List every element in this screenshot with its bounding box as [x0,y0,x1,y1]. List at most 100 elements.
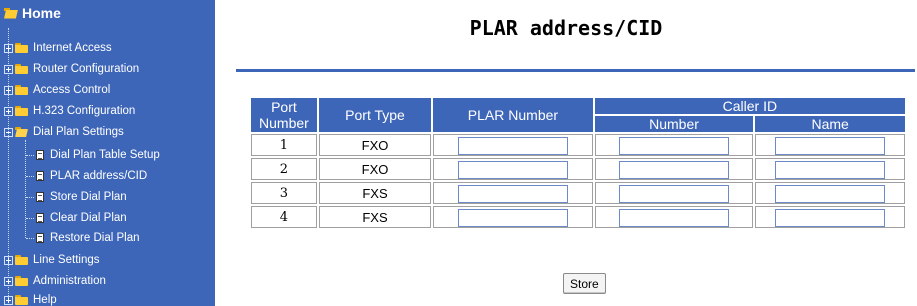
sidebar-item-clear-dial-plan[interactable]: Clear Dial Plan [36,208,127,228]
port-type-cell: FXS [318,206,432,228]
cid-number-cell [594,182,754,204]
document-icon [36,233,44,243]
tree-guide-tick [26,176,34,177]
folder-icon [15,85,28,95]
sidebar-item-label: Administration [33,275,106,287]
sidebar-item-help[interactable]: Help [4,290,57,306]
header-port-number: Port Number [251,98,317,132]
cid-number-cell [594,134,754,156]
sidebar-item-line-settings[interactable]: Line Settings [4,250,100,270]
tree-guide-tick [26,238,34,239]
tree-guide-tick [26,197,34,198]
sidebar-item-label: Dial Plan Table Setup [50,149,160,161]
sidebar-item-dial-plan-settings[interactable]: Dial Plan Settings [4,122,124,142]
table-row: 4 FXS [251,206,905,228]
folder-open-icon [4,7,18,19]
plar-number-cell [433,206,593,228]
port-number-cell: 1 [251,134,317,156]
plar-number-input[interactable] [457,209,568,227]
document-icon [36,192,44,202]
sidebar-item-label: Line Settings [33,254,100,266]
plar-number-input[interactable] [457,137,568,155]
document-icon [36,213,44,223]
cid-name-input[interactable] [775,209,886,227]
cid-name-input[interactable] [775,137,886,155]
cid-number-input[interactable] [619,209,730,227]
sidebar-item-home[interactable]: Home [4,4,61,22]
port-type-cell: FXO [318,134,432,156]
cid-name-cell [755,158,905,180]
sidebar-item-administration[interactable]: Administration [4,271,106,291]
expand-plus-icon[interactable] [4,295,13,305]
sidebar-item-label: Store Dial Plan [50,191,127,203]
document-icon [36,171,44,181]
port-number-cell: 2 [251,158,317,180]
sidebar-item-label: Clear Dial Plan [50,212,127,224]
cid-number-input[interactable] [619,161,730,179]
sidebar-item-label: Dial Plan Settings [33,126,124,138]
expand-plus-icon[interactable] [4,276,13,286]
sidebar-item-label: Internet Access [33,42,112,54]
document-icon [36,150,44,160]
sidebar-item-label: Restore Dial Plan [50,232,140,244]
sidebar-item-internet-access[interactable]: Internet Access [4,38,112,58]
tree-guide-tick [26,155,34,156]
expand-plus-icon[interactable] [4,85,13,95]
sidebar-item-plar-address-cid[interactable]: PLAR address/CID [36,166,147,186]
header-port-line1: Port [271,99,297,115]
expand-plus-icon[interactable] [4,43,13,53]
cid-name-input[interactable] [775,161,886,179]
folder-icon [15,295,28,305]
header-port-type: Port Type [318,98,432,132]
port-number-cell: 4 [251,206,317,228]
plar-number-input[interactable] [457,185,568,203]
sidebar-item-restore-dial-plan[interactable]: Restore Dial Plan [36,228,139,248]
cid-name-cell [755,182,905,204]
folder-open-icon [15,127,28,137]
header-port-line2: Number [259,115,309,131]
expand-plus-icon[interactable] [4,106,13,116]
cid-number-cell [594,206,754,228]
sidebar-item-access-control[interactable]: Access Control [4,80,110,100]
expand-plus-icon[interactable] [4,255,13,265]
sidebar-item-router-configuration[interactable]: Router Configuration [4,59,139,79]
sidebar-item-dial-plan-table-setup[interactable]: Dial Plan Table Setup [36,145,160,165]
plar-table: Port Number Port Type PLAR Number Caller… [249,96,907,230]
collapse-minus-icon[interactable] [4,127,13,137]
header-cid-name: Name [755,116,905,132]
folder-icon [15,276,28,286]
cid-name-cell [755,206,905,228]
table-row: 2 FXO [251,158,905,180]
cid-number-input[interactable] [619,137,730,155]
store-button[interactable]: Store [563,273,606,294]
sidebar-item-label: PLAR address/CID [50,170,148,182]
header-caller-id: Caller ID [594,98,905,114]
port-number-cell: 3 [251,182,317,204]
sidebar-item-h323-configuration[interactable]: H.323 Configuration [4,101,135,121]
sidebar-item-label: Help [33,294,57,306]
cid-name-input[interactable] [775,185,886,203]
port-type-cell: FXO [318,158,432,180]
table-row: 3 FXS [251,182,905,204]
header-cid-number: Number [594,116,754,132]
sidebar-item-label: Access Control [33,84,111,96]
cid-number-cell [594,158,754,180]
plar-number-cell [433,134,593,156]
sidebar-nav: Home Internet Access Router Configuratio… [0,0,215,306]
plar-number-cell [433,182,593,204]
header-plar-number: PLAR Number [433,98,593,132]
sidebar-item-label: Router Configuration [33,63,140,75]
tree-guide-tick [26,218,34,219]
folder-icon [15,43,28,53]
plar-number-input[interactable] [457,161,568,179]
folder-icon [15,106,28,116]
cid-number-input[interactable] [619,185,730,203]
title-divider [236,69,915,72]
sidebar-item-label: Home [22,5,61,21]
expand-plus-icon[interactable] [4,64,13,74]
table-row: 1 FXO [251,134,905,156]
folder-icon [15,255,28,265]
sidebar-item-store-dial-plan[interactable]: Store Dial Plan [36,187,127,207]
port-type-cell: FXS [318,182,432,204]
folder-icon [15,64,28,74]
